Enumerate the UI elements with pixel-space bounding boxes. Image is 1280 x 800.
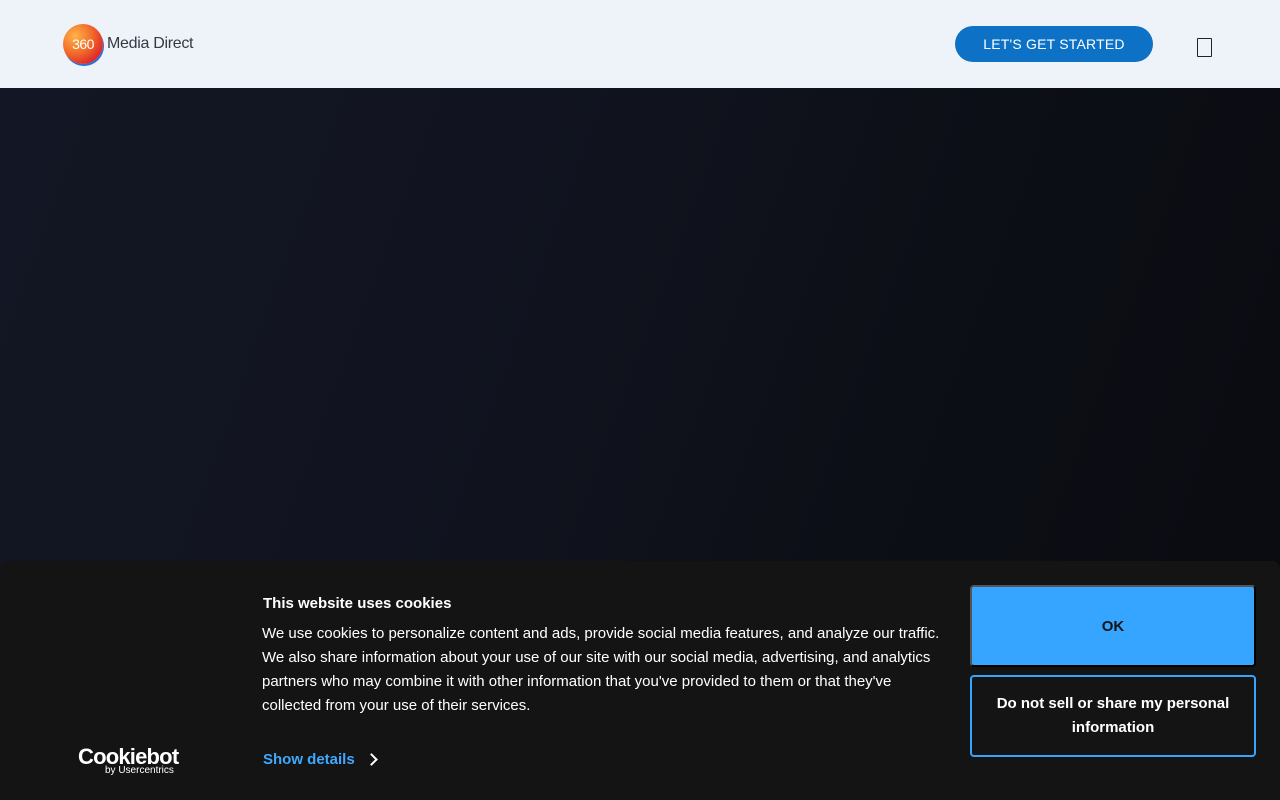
show-details-link[interactable]: Show details (263, 751, 378, 768)
site-logo[interactable]: 360 Media Direct (63, 24, 194, 64)
site-header: 360 Media Direct LET'S GET STARTED (0, 0, 1280, 88)
menu-icon[interactable] (1197, 38, 1212, 57)
logo-text: Media Direct (107, 35, 194, 52)
get-started-button[interactable]: LET'S GET STARTED (955, 26, 1153, 62)
cookiebot-logo[interactable]: Cookiebot by Usercentrics (78, 745, 182, 779)
chevron-right-icon (364, 753, 378, 766)
show-details-label: Show details (263, 751, 355, 768)
cookie-banner-title: This website uses cookies (263, 595, 452, 612)
cookie-banner-text: We use cookies to personalize content an… (262, 625, 940, 714)
logo-number: 360 (72, 36, 94, 52)
cookiebot-byline: by Usercentrics (105, 765, 174, 776)
cookie-banner: Cookiebot by Usercentrics This website u… (0, 561, 1280, 800)
ok-button[interactable]: OK (970, 585, 1256, 667)
do-not-sell-button[interactable]: Do not sell or share my personal informa… (970, 675, 1256, 757)
logo-mark: 360 (63, 24, 103, 64)
